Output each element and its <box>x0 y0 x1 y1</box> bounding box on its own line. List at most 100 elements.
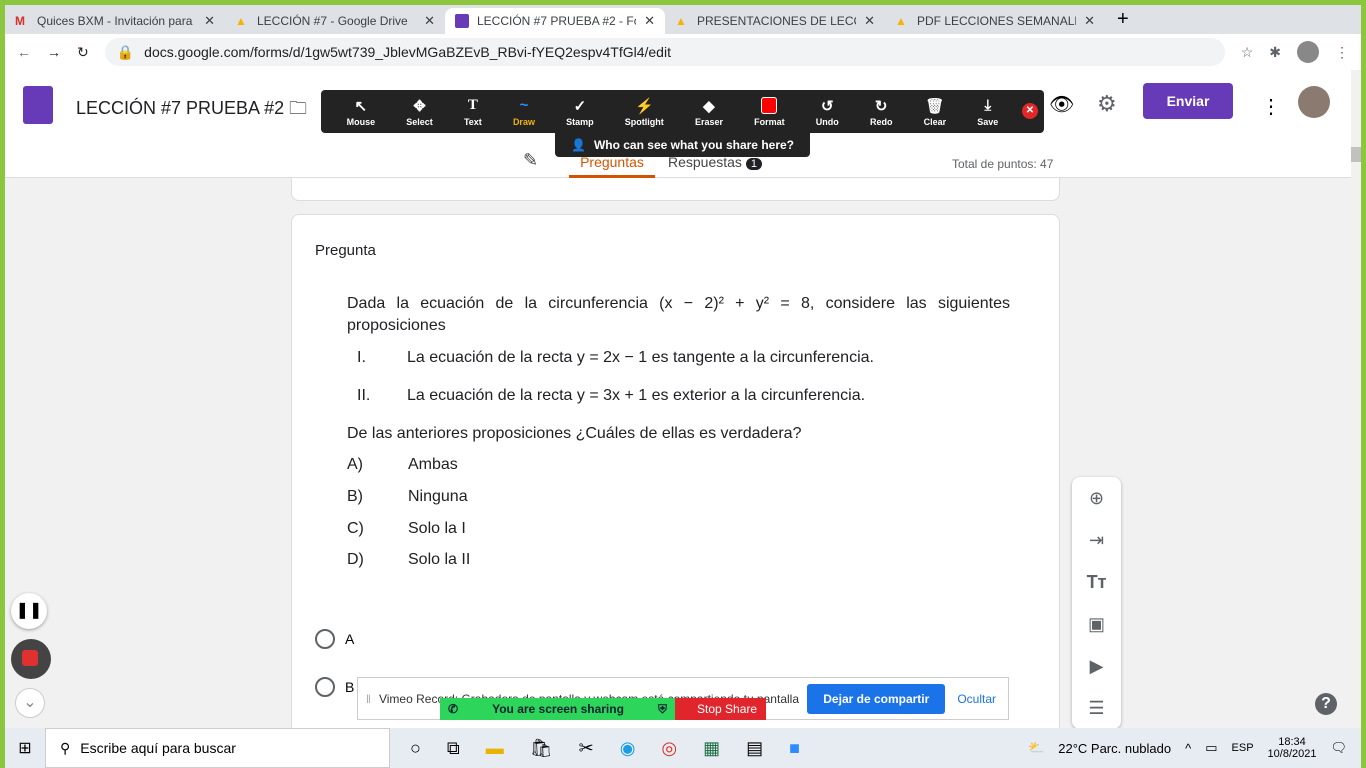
question-side-toolbar: ⊕ ⇥ Tт ▣ ▶ ☰ <box>1072 477 1121 728</box>
pause-recording-button[interactable]: ❚❚ <box>11 593 47 629</box>
avatar[interactable] <box>1297 41 1319 63</box>
new-tab-button[interactable]: + <box>1105 8 1141 34</box>
tool-format[interactable]: Format <box>754 96 785 127</box>
cortana-icon[interactable]: ○ <box>410 738 421 759</box>
search-icon: ⚲ <box>60 739 71 756</box>
back-icon[interactable]: ← <box>17 44 31 60</box>
shield-icon: ⛨ <box>657 701 667 716</box>
tray-chevron-icon[interactable]: ^ <box>1185 741 1191 756</box>
tab-forms[interactable]: LECCIÓN #7 PRUEBA #2 - Formularios✕ <box>445 8 665 34</box>
add-question-icon[interactable]: ⊕ <box>1089 488 1104 509</box>
tool-undo[interactable]: ↺ Undo <box>816 97 839 127</box>
zoom-app-icon[interactable]: ■ <box>789 738 800 759</box>
tab-pdf[interactable]: ▲ PDF LECCIONES SEMANALES ✕ <box>885 8 1105 34</box>
edge-icon[interactable]: ◉ <box>620 738 636 759</box>
snip-icon[interactable]: ✂ <box>579 738 594 759</box>
more-menu-icon[interactable]: ⋮ <box>1261 94 1281 119</box>
extensions-icon[interactable]: ✱ <box>1269 44 1281 61</box>
tool-stamp[interactable]: ✓ Stamp <box>566 97 594 127</box>
radio-a[interactable] <box>315 629 335 649</box>
collapse-recorder-button[interactable]: ⌄ <box>15 688 45 718</box>
tab-gmail[interactable]: M Quices BXM - Invitación para ✕ <box>5 8 225 34</box>
close-icon[interactable]: ✕ <box>1084 13 1095 29</box>
tool-clear[interactable]: 🗑 Clear <box>924 97 947 127</box>
hide-link[interactable]: Ocultar <box>953 692 1000 706</box>
form-title[interactable]: LECCIÓN #7 PRUEBA #2 <box>76 98 284 119</box>
stop-recording-button[interactable] <box>11 639 51 679</box>
radio-b[interactable] <box>315 677 335 697</box>
tool-eraser[interactable]: ◆ Eraser <box>695 97 723 127</box>
start-button[interactable]: ⊞ <box>5 738 45 758</box>
language-indicator[interactable]: ESP <box>1232 742 1254 754</box>
pencil-icon: ✎ <box>523 150 539 170</box>
person-icon: 👤 <box>570 138 586 152</box>
help-icon[interactable]: ? <box>1315 693 1337 715</box>
windows-taskbar: ⊞ ⚲ Escribe aquí para buscar ○ ⧉ ▬ 🛍 ✂ ◉ ◎ ▦ ▤ ■ ⛅… <box>5 728 1361 768</box>
calculator-icon[interactable]: ▤ <box>746 738 763 759</box>
add-title-icon[interactable]: Tт <box>1087 572 1107 593</box>
question-card[interactable]: Pregunta Dada la ecuación de la circunfe… <box>291 214 1060 728</box>
tool-redo[interactable]: ↻ Redo <box>870 97 893 127</box>
excel-icon[interactable]: ▦ <box>703 738 720 759</box>
forms-logo-icon <box>23 86 53 124</box>
close-toolbar-icon[interactable]: ✕ <box>1022 103 1038 119</box>
forward-icon[interactable]: → <box>47 44 61 60</box>
add-section-icon[interactable]: ☰ <box>1088 698 1104 719</box>
file-explorer-icon[interactable]: ▬ <box>486 738 504 759</box>
tool-draw[interactable]: ~ Draw <box>513 97 535 127</box>
chrome-icon[interactable]: ◎ <box>661 738 677 759</box>
choice-c: C) Solo la I <box>347 520 466 537</box>
send-button[interactable]: Enviar <box>1143 83 1233 119</box>
add-image-icon[interactable]: ▣ <box>1088 614 1105 635</box>
tool-select[interactable]: ✥ Select <box>406 97 433 127</box>
choice-b: B) Ninguna <box>347 488 468 505</box>
tab-preguntas[interactable]: Preguntas <box>569 154 655 178</box>
zoom-stop-share-button[interactable]: Stop Share <box>675 698 766 720</box>
star-icon[interactable]: ☆ <box>1241 44 1254 61</box>
notifications-icon[interactable]: 🗨 <box>1330 740 1347 756</box>
tab-presentaciones[interactable]: ▲PRESENTACIONES DE LECCIÓN✕ <box>665 8 885 34</box>
weather-icon: ⛅ <box>1028 740 1045 755</box>
question-label: Pregunta <box>315 242 376 259</box>
url-input[interactable]: 🔒 docs.google.com/forms/d/1gw5wt739_Jblev… <box>104 38 1225 66</box>
tab-respuestas[interactable]: Respuestas 1 <box>668 154 762 170</box>
menu-icon[interactable]: ⋮ <box>1335 44 1349 61</box>
tool-spotlight[interactable]: ⚡ Spotlight <box>625 97 664 127</box>
account-avatar[interactable] <box>1298 86 1330 118</box>
stop-sharing-button[interactable]: Dejar de compartir <box>807 683 946 714</box>
proposition-1: I. La ecuación de la recta y = 2x − 1 es … <box>357 349 874 366</box>
close-icon[interactable]: ✕ <box>644 13 655 29</box>
proposition-2: II. La ecuación de la recta y = 3x + 1 es… <box>357 387 866 404</box>
tool-text[interactable]: T Text <box>464 97 482 127</box>
taskbar-search[interactable]: ⚲ Escribe aquí para buscar <box>45 728 390 768</box>
folder-icon[interactable]: 🗀 <box>289 96 307 126</box>
tool-save[interactable]: ⤓ Save <box>977 97 998 127</box>
import-questions-icon[interactable]: ⇥ <box>1089 530 1104 551</box>
close-icon[interactable]: ✕ <box>424 13 435 29</box>
add-video-icon[interactable]: ▶ <box>1090 656 1104 677</box>
network-icon[interactable]: ▭ <box>1205 740 1217 756</box>
store-icon[interactable]: 🛍 <box>530 738 553 759</box>
settings-gear-icon[interactable]: ⚙ <box>1097 91 1117 117</box>
address-bar: ← → ↻ 🔒 docs.google.com/forms/d/1gw5wt739_J… <box>5 34 1361 70</box>
weather-text[interactable]: 22°C Parc. nublado <box>1058 741 1171 756</box>
close-icon[interactable]: ✕ <box>204 13 215 29</box>
option-a[interactable]: A <box>315 629 354 649</box>
preview-eye-icon[interactable]: 👁 <box>1049 92 1074 117</box>
previous-card <box>291 178 1060 201</box>
gmail-icon: M <box>15 14 25 28</box>
reload-icon[interactable]: ↻ <box>77 44 89 61</box>
form-header: LECCIÓN #7 PRUEBA #2 🗀 ↖ Mouse ✥ Select TT… <box>5 70 1353 178</box>
drive-icon: ▲ <box>895 14 907 28</box>
option-b[interactable]: B <box>315 677 354 697</box>
clock[interactable]: 18:34 10/8/2021 <box>1268 736 1317 760</box>
zoom-annotation-toolbar: ↖ Mouse ✥ Select T Text ~ Draw ✓ Stamp ⚡ Spotl… <box>321 90 1044 133</box>
tool-mouse[interactable]: ↖ Mouse <box>347 97 376 127</box>
close-icon[interactable]: ✕ <box>864 13 875 29</box>
scrollbar[interactable] <box>1351 70 1361 728</box>
tab-strip: M Quices BXM - Invitación para ✕ ▲ LECCIÓN … <box>5 5 1361 34</box>
zoom-sharing-indicator: ✆ You are screen sharing ⛨ <box>440 698 675 720</box>
task-view-icon[interactable]: ⧉ <box>447 738 460 759</box>
tab-drive[interactable]: ▲ LECCIÓN #7 - Google Drive ✕ <box>225 8 445 34</box>
lock-icon: 🔒 <box>116 43 135 60</box>
